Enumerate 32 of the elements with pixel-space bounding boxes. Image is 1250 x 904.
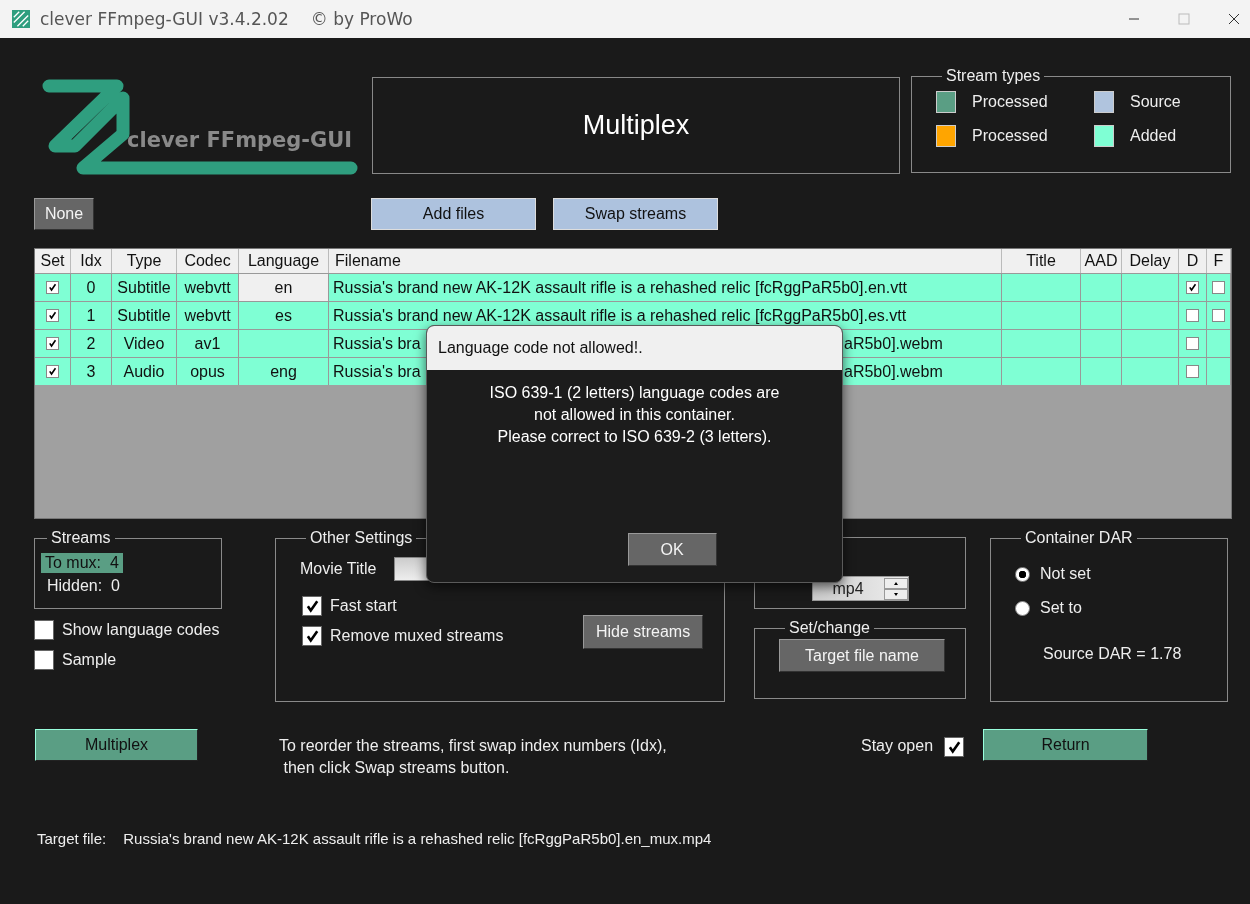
legend-label: Source: [1130, 93, 1181, 111]
movie-title-label: Movie Title: [300, 560, 377, 578]
target-file-name: Russia's brand new AK-12K assault rifle is a rehashed relic [fcRggPaR5b0].en_mux.mp4: [123, 830, 712, 847]
legend-label: Processed: [972, 93, 1048, 111]
table-cell-text: Russia's brand new AK-12K assault rifle is a rehashed relic [fcRggPaR5b0].en.vtt: [333, 278, 907, 298]
dialog-title: Language code not allowed!.: [438, 339, 643, 357]
table-cell-text: aR5b0].webm: [844, 362, 943, 382]
dialog-message: ISO 639-1 (2 letters) language codes are not allowed in this container. Please correct to ISO 639-2 (3 letters).: [489, 383, 780, 447]
group-title: Stream types: [945, 67, 1042, 85]
stay-open-label: Stay open: [861, 737, 934, 755]
group-title: Other Settings: [309, 529, 414, 547]
header-title: Multiplex: [582, 110, 690, 141]
group-title: Streams: [50, 529, 112, 547]
window-credit: © by ProWo: [310, 9, 413, 29]
legend-label: Added: [1130, 127, 1177, 145]
window-title: clever FFmpeg-GUI v3.4.2.02: [40, 9, 289, 29]
logo-text: clever FFmpeg-GUI: [127, 128, 353, 152]
table-cell: 3: [71, 358, 112, 385]
group-title: Set/change: [788, 619, 871, 637]
table-cell-text: Russia's brand new AK-12K assault rifle is a rehashed relic [fcRggPaR5b0].es.vtt: [333, 306, 907, 326]
table-cell-text: aR5b0].webm: [844, 334, 943, 354]
group-title: Container DAR: [1024, 529, 1134, 547]
table-cell-text: Russia's bra: [333, 362, 421, 382]
table-cell: Audio: [112, 358, 177, 385]
to-mux-count: To mux: 4: [41, 553, 123, 573]
target-file-label: Target file:: [37, 830, 107, 847]
source-dar-text: Source DAR = 1.78: [1043, 645, 1183, 663]
table-cell: opus: [177, 358, 239, 385]
hint-text: To reorder the streams, first swap index numbers (Idx), then click Swap streams button.: [279, 736, 668, 778]
hidden-count: Hidden: 0: [46, 577, 120, 595]
table-cell-text: Russia's bra: [333, 334, 421, 354]
legend-label: Processed: [972, 127, 1048, 145]
